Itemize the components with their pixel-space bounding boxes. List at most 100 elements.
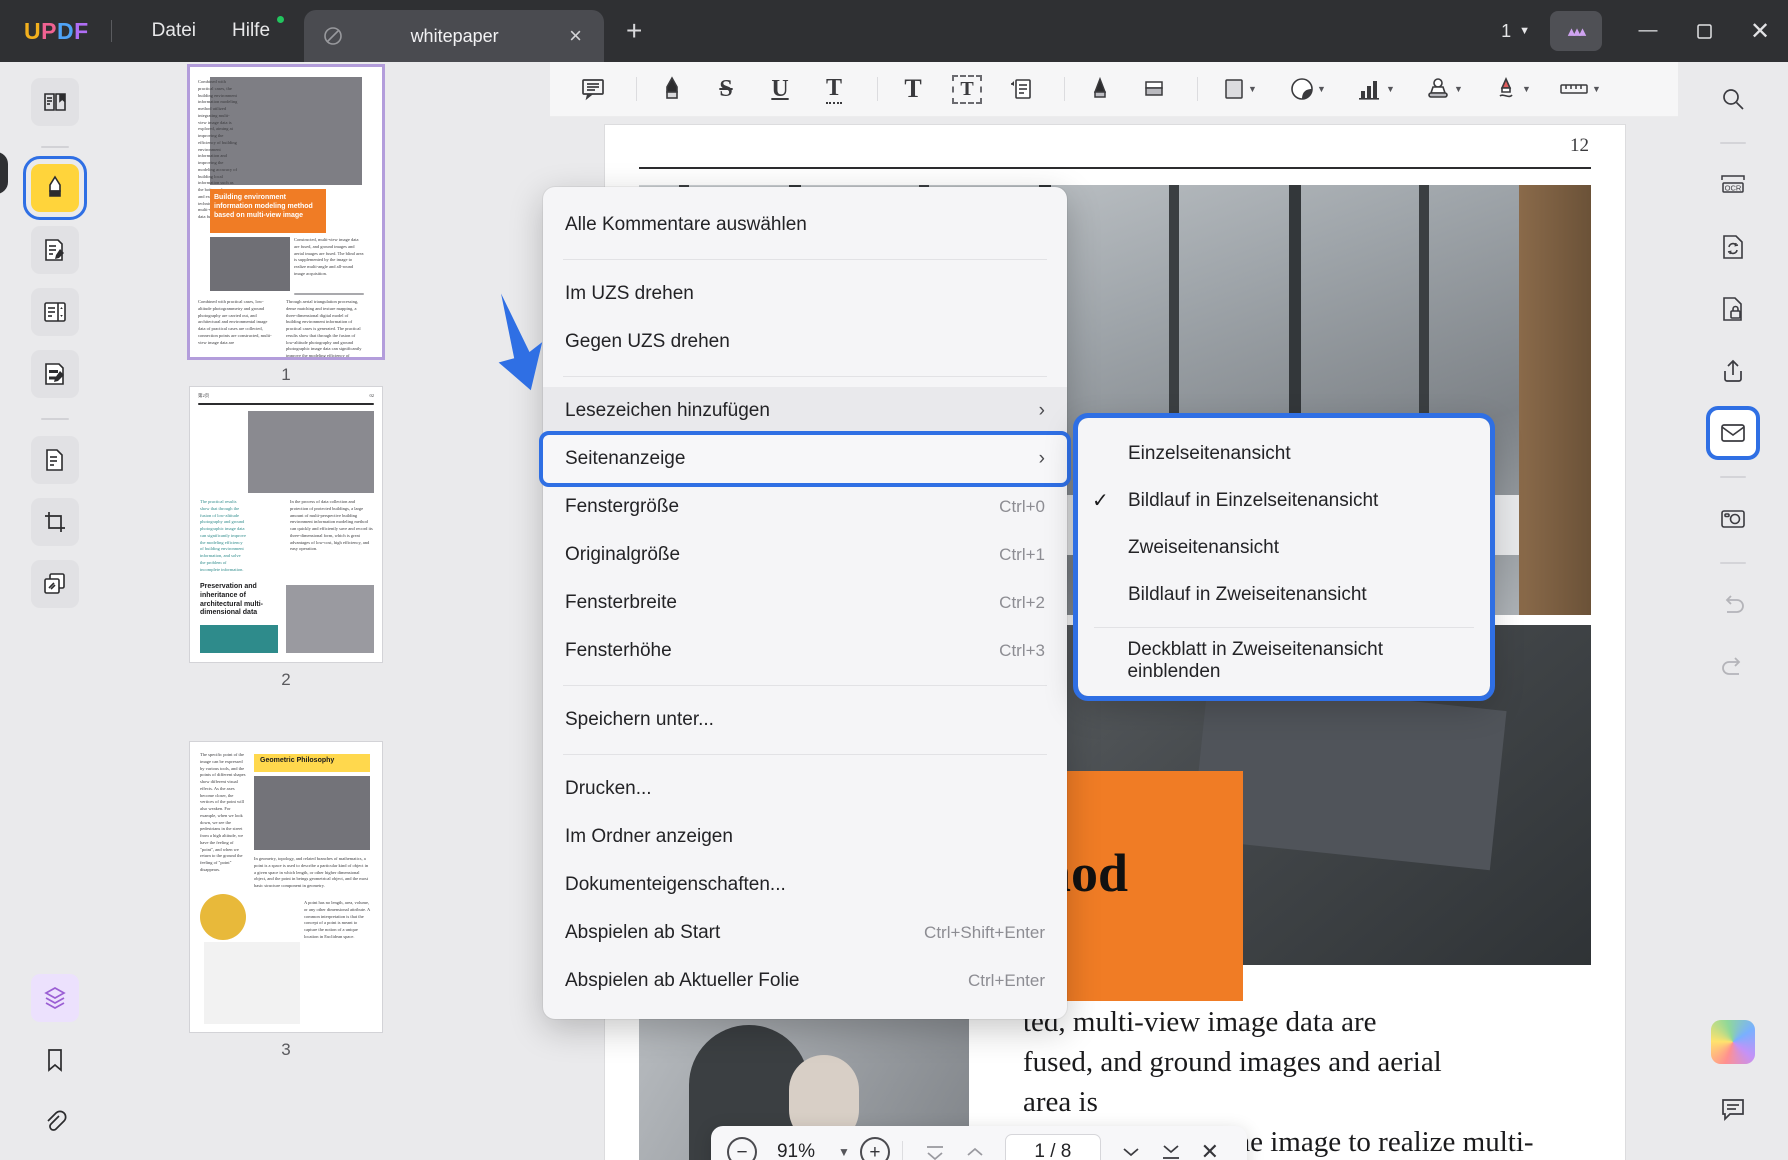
logo-letter-f: F (74, 17, 89, 44)
sidebar-item-annotate[interactable] (23, 156, 87, 220)
menu-item-fit-width[interactable]: Fensterbreite Ctrl+2 (543, 579, 1067, 627)
highlighter-icon[interactable] (649, 68, 695, 110)
menu-datei[interactable]: Datei (134, 14, 214, 48)
protect-button[interactable] (1710, 286, 1756, 332)
rail-divider (41, 146, 69, 148)
updf-application-window: U P D F Datei Hilfe whitepaper × + 1 ▼ ▴… (0, 0, 1788, 1160)
menu-item-play-from-current-slide[interactable]: Abspielen ab Aktueller Folie Ctrl+Enter (543, 957, 1067, 1005)
submenu-item-single-page-scrolling[interactable]: ✓ Bildlauf in Einzelseitenansicht (1078, 477, 1490, 524)
sidebar-item-crop[interactable] (31, 498, 79, 546)
squiggly-underline-icon[interactable]: T (811, 68, 857, 110)
thumbnail-item-2[interactable]: 第2页 02 The practical results show that t… (190, 387, 382, 690)
sidebar-item-organize-pages[interactable] (31, 288, 79, 336)
redo-button[interactable] (1710, 644, 1756, 690)
underline-icon[interactable]: U (757, 68, 803, 110)
new-tab-button[interactable]: + (626, 15, 642, 47)
logo-letter-d: D (56, 17, 75, 44)
menu-item-fit-height[interactable]: Fensterhöhe Ctrl+3 (543, 627, 1067, 675)
menu-item-actual-size[interactable]: Originalgröße Ctrl+1 (543, 531, 1067, 579)
prev-page-icon[interactable] (955, 1142, 995, 1160)
menu-item-add-bookmark[interactable]: Lesezeichen hinzufügen › (543, 387, 1067, 435)
square-shape-icon[interactable]: ▼ (1210, 68, 1270, 110)
sidebar-item-attachments[interactable] (31, 1098, 79, 1146)
titlebar-right-group: 1 ▼ ▴▴▴ — ✕ (1501, 0, 1788, 62)
sticker-icon[interactable]: ▼ (1278, 68, 1338, 110)
sidebar-item-layers[interactable] (31, 974, 79, 1022)
menu-item-page-display[interactable]: Seitenanzeige › (539, 431, 1071, 487)
eraser-icon[interactable] (1131, 68, 1177, 110)
menu-item-select-all-comments[interactable]: Alle Kommentare auswählen (543, 201, 1067, 249)
menu-divider-2 (563, 376, 1047, 377)
zoom-in-button[interactable]: + (859, 1137, 890, 1160)
share-button[interactable] (1710, 348, 1756, 394)
sidebar-item-form[interactable] (31, 350, 79, 398)
comment-box-icon[interactable] (570, 68, 616, 110)
window-maximize-button[interactable] (1676, 0, 1732, 62)
thumbnail-item-3[interactable]: The specific point of the image can be e… (190, 742, 382, 1060)
menu-item-rotate-counterclockwise[interactable]: Gegen UZS drehen (543, 318, 1067, 366)
menu-item-print[interactable]: Drucken... (543, 765, 1067, 813)
sidebar-item-edit-pdf[interactable] (31, 226, 79, 274)
window-minimize-button[interactable]: — (1620, 0, 1676, 62)
ruler-icon[interactable]: ▼ (1550, 68, 1610, 110)
textbox-icon[interactable]: T (944, 68, 990, 110)
tab-close-icon[interactable]: × (563, 23, 588, 49)
page-indicator-input[interactable]: 1 / 8 (1004, 1134, 1101, 1160)
signature-pen-icon[interactable]: ▼ (1482, 68, 1542, 110)
ai-sparkle-icon[interactable] (1711, 1020, 1755, 1064)
ocr-button[interactable]: OCR (1710, 162, 1756, 208)
snapshot-button[interactable] (1710, 496, 1756, 542)
next-page-icon[interactable] (1111, 1142, 1151, 1160)
submenu-item-two-page-view[interactable]: Zweiseitenansicht (1078, 524, 1490, 571)
sidebar-item-convert[interactable] (31, 436, 79, 484)
menu-item-document-properties[interactable]: Dokumenteigenschaften... (543, 861, 1067, 909)
last-page-icon[interactable] (1151, 1142, 1191, 1160)
window-close-button[interactable]: ✕ (1732, 0, 1788, 62)
menu-item-save-as[interactable]: Speichern unter... (543, 696, 1067, 744)
page-thumbnail-panel[interactable]: Combined with practical cases, the build… (110, 62, 550, 1160)
avatar[interactable]: ▴▴▴ (1550, 11, 1602, 51)
ai-inner-glow (1711, 1020, 1755, 1064)
close-toolbar-button[interactable]: ✕ (1191, 1139, 1229, 1160)
page-display-submenu[interactable]: Einzelseitenansicht ✓ Bildlauf in Einzel… (1073, 413, 1495, 701)
document-tab-whitepaper[interactable]: whitepaper × (304, 10, 605, 62)
submenu-item-single-page-view[interactable]: Einzelseitenansicht (1078, 430, 1490, 477)
menu-hilfe[interactable]: Hilfe (214, 14, 288, 48)
zoom-dropdown-chevron-down-icon[interactable]: ▼ (838, 1145, 850, 1159)
main-frame: Combined with practical cases, the build… (0, 62, 1788, 1160)
menu-item-rotate-clockwise[interactable]: Im UZS drehen (543, 270, 1067, 318)
comments-panel-button[interactable] (1710, 1086, 1756, 1132)
sidebar-item-bookmarks[interactable] (31, 1036, 79, 1084)
right-rail-divider-3 (1720, 562, 1746, 564)
window-page-indicator[interactable]: 1 ▼ (1501, 21, 1530, 42)
search-icon-button[interactable] (1710, 76, 1756, 122)
first-page-icon[interactable] (915, 1142, 955, 1160)
stamp-icon[interactable]: ▼ (1414, 68, 1474, 110)
email-button[interactable] (1706, 406, 1760, 460)
thumbnail-item-1[interactable]: Combined with practical cases, the build… (190, 67, 382, 385)
bar-chart-icon[interactable]: ▼ (1346, 68, 1406, 110)
zoom-navigation-toolbar[interactable]: − 91% ▼ + 1 / 8 ✕ (711, 1126, 1247, 1160)
text-icon[interactable]: T (890, 68, 936, 110)
check-icon: ✓ (1092, 490, 1109, 512)
sidebar-item-reader[interactable] (31, 78, 79, 126)
sidebar-item-compare[interactable] (31, 560, 79, 608)
menu-item-play-from-start[interactable]: Abspielen ab Start Ctrl+Shift+Enter (543, 909, 1067, 957)
menu-item-show-in-folder[interactable]: Im Ordner anzeigen (543, 813, 1067, 861)
submenu-item-two-page-scrolling[interactable]: Bildlauf in Zweiseitenansicht (1078, 571, 1490, 618)
logo-letter-p: P (41, 17, 57, 44)
menu-item-label: Im Ordner anzeigen (565, 826, 733, 847)
zoom-out-button[interactable]: − (727, 1137, 757, 1160)
undo-button[interactable] (1710, 582, 1756, 628)
menu-item-shortcut: Ctrl+2 (999, 593, 1045, 612)
convert-button[interactable] (1710, 224, 1756, 270)
pencil-icon[interactable] (1077, 68, 1123, 110)
strikethrough-icon[interactable]: S (703, 68, 749, 110)
menu-item-fit-window[interactable]: Fenstergröße Ctrl+0 (543, 483, 1067, 531)
menu-item-label: Abspielen ab Aktueller Folie (565, 970, 800, 991)
submenu-item-show-cover-in-two-page-view[interactable]: Deckblatt in Zweiseitenansicht einblende… (1078, 637, 1490, 684)
context-menu[interactable]: Alle Kommentare auswählen Im UZS drehen … (539, 187, 1071, 1019)
note-callout-icon[interactable] (998, 68, 1044, 110)
zoom-level-value[interactable]: 91% (757, 1141, 835, 1160)
panel-collapse-handle[interactable] (0, 152, 8, 194)
